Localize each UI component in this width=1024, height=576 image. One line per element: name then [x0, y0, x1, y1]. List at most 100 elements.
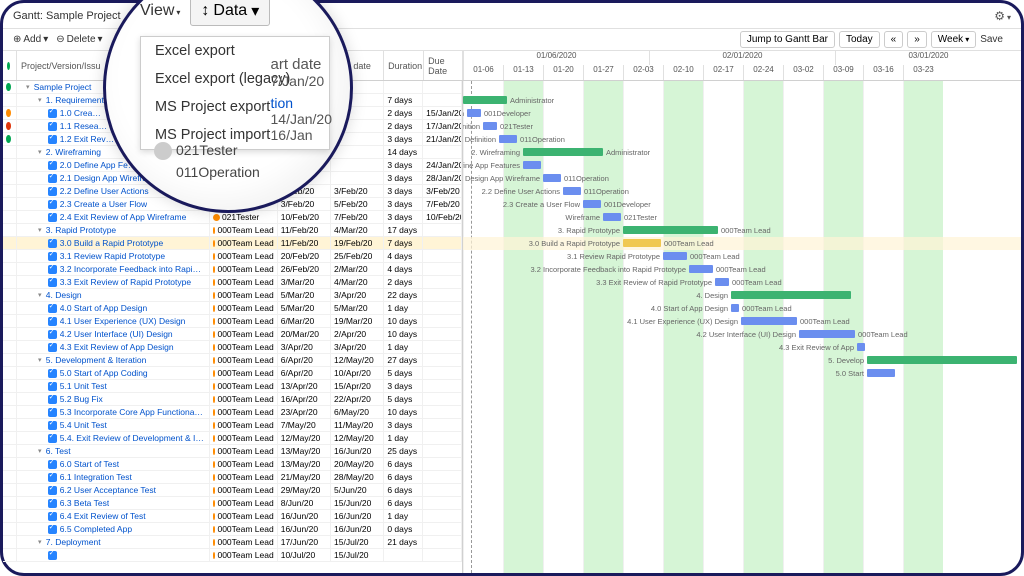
gantt-bar[interactable]: 000Team Lead3. Rapid Prototype	[623, 226, 718, 234]
gantt-bar[interactable]: 011Operationof Requirements Definition	[499, 135, 517, 143]
table-row[interactable]: ▾7. Deployment000Team Lead17/Jun/2015/Ju…	[3, 536, 462, 549]
gantt-bar[interactable]: AdministratorRequirements	[463, 96, 507, 104]
task-checkbox-icon[interactable]	[48, 486, 57, 495]
task-checkbox-icon[interactable]	[48, 551, 57, 560]
task-name-link[interactable]: 2.3 Create a User Flow	[60, 199, 147, 209]
table-row[interactable]: 000Team Lead10/Jul/2015/Jul/20	[3, 549, 462, 562]
col-duration[interactable]: Duration	[384, 51, 424, 80]
task-checkbox-icon[interactable]	[48, 265, 57, 274]
task-checkbox-icon[interactable]	[48, 109, 57, 118]
table-row[interactable]: 6.0 Start of Test000Team Lead13/May/2020…	[3, 458, 462, 471]
task-name-link[interactable]: 4.2 User Interface (UI) Design	[60, 329, 173, 339]
task-name-link[interactable]: 5.4 Unit Test	[60, 420, 107, 430]
task-checkbox-icon[interactable]	[48, 187, 57, 196]
gantt-bar[interactable]: 001Developer2.3 Create a User Flow	[583, 200, 601, 208]
task-name-link[interactable]: 5.3 Incorporate Core App Functiona…	[60, 407, 203, 417]
table-row[interactable]: 3.3 Exit Review of Rapid Prototype000Tea…	[3, 276, 462, 289]
table-row[interactable]: 3.2 Incorporate Feedback into Rapi…000Te…	[3, 263, 462, 276]
gantt-bar[interactable]: 5. Develop	[867, 356, 1017, 364]
task-checkbox-icon[interactable]	[48, 395, 57, 404]
prev-button[interactable]: «	[884, 31, 904, 48]
task-checkbox-icon[interactable]	[48, 330, 57, 339]
gantt-bar[interactable]: 011Operation2.1 Design App Wireframe	[543, 174, 561, 182]
task-checkbox-icon[interactable]	[48, 317, 57, 326]
table-row[interactable]: 5.4 Unit Test000Team Lead7/May/2011/May/…	[3, 419, 462, 432]
task-name-link[interactable]: 2.0 Define App Fe…	[60, 160, 137, 170]
task-name-link[interactable]: 5.4. Exit Review of Development & I…	[60, 433, 204, 443]
task-name-link[interactable]: 4.1 User Experience (UX) Design	[60, 316, 186, 326]
task-name-link[interactable]: 4. Design	[46, 290, 82, 300]
task-name-link[interactable]: 2. Wireframing	[46, 147, 101, 157]
view-dropdown[interactable]: View	[140, 2, 180, 20]
table-row[interactable]: 2.4 Exit Review of App Wireframe021Teste…	[3, 211, 462, 224]
table-row[interactable]: 4.2 User Interface (UI) Design000Team Le…	[3, 328, 462, 341]
gantt-bar[interactable]: 021TesterWireframe	[603, 213, 621, 221]
task-name-link[interactable]: 1. Requirements	[46, 95, 108, 105]
gantt-bar[interactable]: 000Team Lead3.2 Incorporate Feedback int…	[689, 265, 713, 273]
task-name-link[interactable]: Sample Project	[34, 82, 92, 92]
task-name-link[interactable]: 6.0 Start of Test	[60, 459, 119, 469]
task-name-link[interactable]: 6.1 Integration Test	[60, 472, 132, 482]
expand-caret-icon[interactable]: ▾	[36, 356, 44, 364]
task-name-link[interactable]: 6. Test	[46, 446, 71, 456]
table-row[interactable]: ▾6. Test000Team Lead13/May/2016/Jun/2025…	[3, 445, 462, 458]
task-checkbox-icon[interactable]	[48, 174, 57, 183]
task-name-link[interactable]: 5.0 Start of App Coding	[60, 368, 148, 378]
gantt-bar[interactable]: 2.0 Define App Features	[523, 161, 541, 169]
task-name-link[interactable]: 6.3 Beta Test	[60, 498, 109, 508]
gantt-bar[interactable]: 5.0 Start	[867, 369, 895, 377]
task-checkbox-icon[interactable]	[48, 161, 57, 170]
next-button[interactable]: »	[907, 31, 927, 48]
table-row[interactable]: ▾3. Rapid Prototype000Team Lead11/Feb/20…	[3, 224, 462, 237]
col-due[interactable]: Due Date	[424, 51, 463, 80]
gantt-bar[interactable]: 4. Design	[731, 291, 851, 299]
task-checkbox-icon[interactable]	[48, 421, 57, 430]
table-row[interactable]: 5.2 Bug Fix000Team Lead16/Apr/2022/Apr/2…	[3, 393, 462, 406]
table-row[interactable]: 6.4 Exit Review of Test000Team Lead16/Ju…	[3, 510, 462, 523]
table-row[interactable]: 5.4. Exit Review of Development & I…000T…	[3, 432, 462, 445]
table-row[interactable]: 4.0 Start of App Design000Team Lead5/Mar…	[3, 302, 462, 315]
task-checkbox-icon[interactable]	[48, 213, 57, 222]
expand-caret-icon[interactable]: ▾	[36, 447, 44, 455]
task-checkbox-icon[interactable]	[48, 304, 57, 313]
expand-caret-icon[interactable]: ▾	[36, 538, 44, 546]
gantt-bar[interactable]: 4.3 Exit Review of App	[857, 343, 865, 351]
task-name-link[interactable]: 7. Deployment	[46, 537, 101, 547]
task-name-link[interactable]: 6.5 Completed App	[60, 524, 132, 534]
add-button[interactable]: ⊕ Add ▾	[13, 34, 48, 45]
task-name-link[interactable]: 6.4 Exit Review of Test	[60, 511, 146, 521]
task-name-link[interactable]: 3. Rapid Prototype	[46, 225, 116, 235]
expand-caret-icon[interactable]: ▾	[36, 148, 44, 156]
task-checkbox-icon[interactable]	[48, 499, 57, 508]
gantt-bar[interactable]: Administrator2. Wireframing	[523, 148, 603, 156]
gantt-bar[interactable]: 000Team Lead4.1 User Experience (UX) Des…	[741, 317, 797, 325]
table-row[interactable]: 5.1 Unit Test000Team Lead13/Apr/2015/Apr…	[3, 380, 462, 393]
table-row[interactable]: ▾5. Development & Iteration000Team Lead6…	[3, 354, 462, 367]
task-checkbox-icon[interactable]	[48, 512, 57, 521]
table-row[interactable]: 5.0 Start of App Coding000Team Lead6/Apr…	[3, 367, 462, 380]
task-checkbox-icon[interactable]	[48, 525, 57, 534]
task-checkbox-icon[interactable]	[48, 278, 57, 287]
table-row[interactable]: 5.3 Incorporate Core App Functiona…000Te…	[3, 406, 462, 419]
task-name-link[interactable]: 4.0 Start of App Design	[60, 303, 147, 313]
table-row[interactable]: ▾4. Design000Team Lead5/Mar/203/Apr/2022…	[3, 289, 462, 302]
task-name-link[interactable]: 3.2 Incorporate Feedback into Rapi…	[60, 264, 201, 274]
delete-button[interactable]: ⊖ Delete ▾	[56, 34, 102, 45]
table-row[interactable]: 6.3 Beta Test000Team Lead8/Jun/2015/Jun/…	[3, 497, 462, 510]
task-checkbox-icon[interactable]	[48, 135, 57, 144]
table-row[interactable]: 3.1 Review Rapid Prototype000Team Lead20…	[3, 250, 462, 263]
today-button[interactable]: Today	[839, 31, 880, 48]
gantt-bar[interactable]: 000Team Lead3.3 Exit Review of Rapid Pro…	[715, 278, 729, 286]
gantt-bar[interactable]: 000Team Lead3.0 Build a Rapid Prototype	[623, 239, 661, 247]
task-name-link[interactable]: 2.2 Define User Actions	[60, 186, 149, 196]
gantt-bar[interactable]: 021Testerements Definition	[483, 122, 497, 130]
table-row[interactable]: 3.0 Build a Rapid Prototype000Team Lead1…	[3, 237, 462, 250]
expand-caret-icon[interactable]: ▾	[24, 83, 32, 91]
task-name-link[interactable]: 1.0 Crea…	[60, 108, 101, 118]
task-checkbox-icon[interactable]	[48, 122, 57, 131]
task-checkbox-icon[interactable]	[48, 408, 57, 417]
table-row[interactable]: 6.5 Completed App000Team Lead16/Jun/2016…	[3, 523, 462, 536]
task-checkbox-icon[interactable]	[48, 343, 57, 352]
table-row[interactable]: 4.1 User Experience (UX) Design000Team L…	[3, 315, 462, 328]
gantt-bar[interactable]: 011Operation2.2 Define User Actions	[563, 187, 581, 195]
